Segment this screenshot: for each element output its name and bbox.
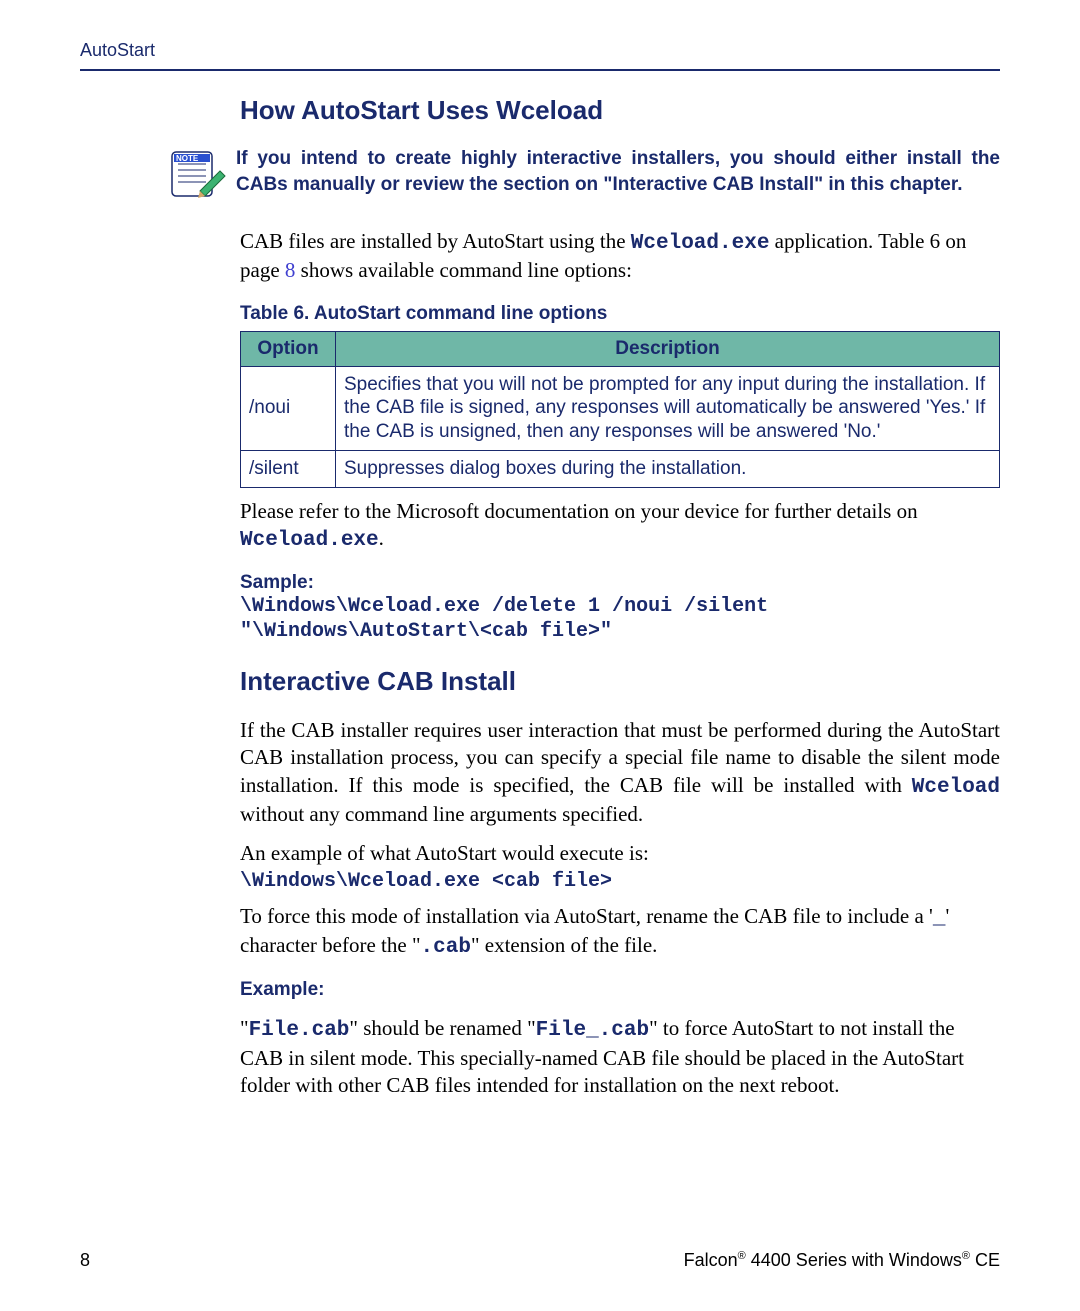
note-icon: NOTE [170,146,228,204]
table-header-row: Option Description [241,331,1000,366]
paragraph-refer: Please refer to the Microsoft documentat… [240,498,1000,555]
text: 4400 Series with Windows [746,1250,962,1270]
page-footer: 8 Falcon® 4400 Series with Windows® CE [80,1250,1000,1271]
options-table: Option Description /noui Specifies that … [240,331,1000,488]
paragraph-example: "File.cab" should be renamed "File_.cab"… [240,1015,1000,1099]
inline-code: _ [933,907,946,930]
inline-code: File_.cab [536,1019,649,1042]
cell-description: Suppresses dialog boxes during the insta… [336,450,1000,487]
header-rule [80,69,1000,71]
registered-mark: ® [962,1250,970,1262]
paragraph-interactive-3: To force this mode of installation via A… [240,903,1000,962]
table-row: /silent Suppresses dialog boxes during t… [241,450,1000,487]
inline-code: File.cab [249,1019,350,1042]
cell-description: Specifies that you will not be prompted … [336,366,1000,450]
text: " extension of the file. [471,933,657,957]
text: CAB files are installed by AutoStart usi… [240,229,631,253]
svg-text:NOTE: NOTE [176,154,199,163]
text: . [379,526,384,550]
inline-code: Wceload.exe [240,529,379,552]
text: " should be renamed " [349,1016,535,1040]
page-number: 8 [80,1250,90,1271]
paragraph-interactive-1: If the CAB installer requires user inter… [240,717,1000,828]
example-label: Example: [240,979,1000,1001]
note-text: If you intend to create highly interacti… [236,146,1000,197]
table-row: /noui Specifies that you will not be pro… [241,366,1000,450]
th-option: Option [241,331,336,366]
heading-wceload: How AutoStart Uses Wceload [240,95,1000,126]
cell-option: /silent [241,450,336,487]
table-caption: Table 6. AutoStart command line options [240,303,1000,325]
text: without any command line arguments speci… [240,802,643,826]
page-link[interactable]: 8 [285,258,296,282]
text: Falcon [684,1250,738,1270]
page-content: How AutoStart Uses Wceload NOTE If you i… [240,95,1000,1099]
text: Please refer to the Microsoft documentat… [240,499,918,523]
th-description: Description [336,331,1000,366]
text: To force this mode of installation via A… [240,904,933,928]
cell-option: /noui [241,366,336,450]
product-name: Falcon® 4400 Series with Windows® CE [684,1250,1000,1271]
text: shows available command line options: [295,258,632,282]
inline-code: Wceload.exe [631,232,770,255]
interactive-code: \Windows\Wceload.exe <cab file> [240,870,1000,893]
inline-code: .cab [421,936,471,959]
registered-mark: ® [738,1250,746,1262]
sample-label: Sample: [240,572,1000,594]
inline-code: Wceload [912,776,1000,799]
text: CE [970,1250,1000,1270]
text: If the CAB installer requires user inter… [240,718,1000,797]
note-block: NOTE If you intend to create highly inte… [170,146,1000,204]
paragraph-interactive-2: An example of what AutoStart would execu… [240,840,1000,867]
running-header: AutoStart [80,40,1000,61]
heading-interactive: Interactive CAB Install [240,666,1000,697]
text: " [240,1016,249,1040]
paragraph-cab-install: CAB files are installed by AutoStart usi… [240,228,1000,285]
sample-code: \Windows\Wceload.exe /delete 1 /noui /si… [240,594,1000,644]
